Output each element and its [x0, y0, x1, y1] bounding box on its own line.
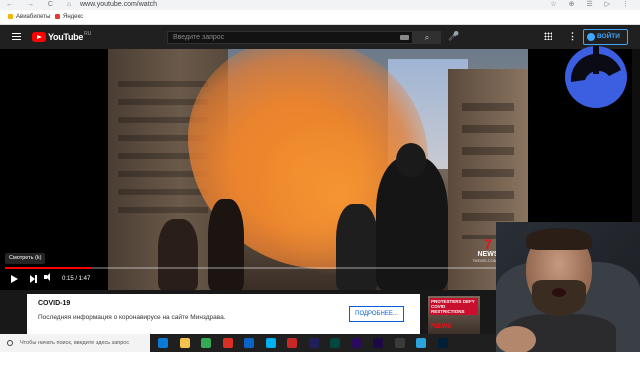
taskbar-app-skype-icon[interactable]	[265, 338, 276, 348]
channel-logo-overlay	[565, 46, 627, 108]
search-button[interactable]: ⌕	[413, 31, 441, 44]
apps-grid-icon[interactable]	[544, 32, 552, 40]
menu-icon[interactable]	[12, 33, 21, 40]
taskbar-search[interactable]: Чтобы начать поиск, введите здесь запрос	[0, 334, 150, 352]
logo-text: YouTube	[48, 32, 84, 42]
bookmark-label: Авиабилеты	[16, 14, 51, 20]
address-field[interactable]: www.youtube.com/watch	[80, 0, 157, 10]
thumbnail-7news: 7NEWS	[430, 324, 452, 330]
webcam-mouth	[552, 288, 566, 297]
youtube-play-icon	[32, 32, 46, 42]
play-tooltip: Смотреть (k)	[5, 253, 46, 264]
taskbar-app-premiere-icon[interactable]	[351, 338, 362, 348]
microphone-icon[interactable]: 🎤	[448, 31, 459, 42]
covid-title: COVID-19	[38, 300, 71, 307]
sign-in-button[interactable]: ВОЙТИ	[583, 29, 628, 45]
logo-region: RU	[84, 31, 92, 37]
taskbar-app-explorer-icon[interactable]	[179, 338, 190, 348]
webcam-beard	[532, 280, 586, 316]
search-input[interactable]: Введите запрос	[167, 31, 413, 44]
page-bottom-strip	[0, 352, 640, 376]
taskbar-search-text: Чтобы начать поиск, введите здесь запрос	[20, 340, 130, 346]
covid-more-button[interactable]: ПОДРОБНЕЕ...	[349, 306, 404, 322]
taskbar-app-mail-icon[interactable]	[244, 338, 254, 348]
account-icon	[587, 33, 595, 41]
volume-icon[interactable]	[44, 273, 50, 281]
taskbar-app-chrome-icon[interactable]	[201, 338, 211, 348]
keyboard-icon[interactable]	[400, 35, 409, 40]
bookmark-icon	[8, 13, 13, 19]
covid-text[interactable]: Последняя информация о коронавирусе на с…	[38, 314, 226, 321]
sign-in-label: ВОЙТИ	[597, 33, 620, 40]
covid-info-panel: COVID-19 Последняя информация о коронави…	[27, 294, 420, 334]
taskbar-app-obs-icon[interactable]	[394, 338, 405, 348]
play-icon[interactable]	[11, 275, 18, 283]
windows-taskbar: Чтобы начать поиск, введите здесь запрос	[0, 334, 496, 352]
taskbar-app-edge-icon[interactable]	[158, 338, 168, 348]
webcam-hand	[496, 326, 536, 354]
browser-address-bar: ← → C ⌂ www.youtube.com/watch ☆ ⊕ ☰ ▷ ⋮	[0, 0, 640, 10]
bookmark-yandex[interactable]: Яндекс	[55, 10, 83, 24]
thumbnail-banner: PROTESTERS DEFY COVID RESTRICTIONS	[430, 298, 478, 315]
taskbar-app-audition-icon[interactable]	[330, 338, 340, 348]
search-icon	[7, 340, 13, 346]
taskbar-app-photoshop-icon[interactable]	[437, 338, 448, 348]
bookmark-label: Яндекс	[63, 14, 84, 20]
webcam-hair	[526, 228, 592, 250]
taskbar-app-media-encoder-icon[interactable]	[308, 338, 319, 348]
time-display: 0:15 / 1:47	[62, 276, 91, 282]
next-icon[interactable]	[30, 275, 37, 283]
bookmark-aviabilety[interactable]: Авиабилеты	[8, 10, 50, 24]
taskbar-app-after-effects-icon[interactable]	[373, 338, 383, 348]
taskbar-app-app-red-icon[interactable]	[222, 338, 233, 348]
video-frame[interactable]	[108, 49, 528, 290]
related-video-thumbnail[interactable]: PROTESTERS DEFY COVID RESTRICTIONS 7NEWS	[428, 296, 480, 334]
bookmark-icon	[55, 13, 60, 19]
webcam-overlay	[496, 222, 640, 354]
taskbar-app-app-dark-red-icon[interactable]	[287, 338, 297, 348]
bookmarks-bar: Авиабилеты Яндекс	[0, 10, 640, 25]
youtube-header: YouTube RU Введите запрос ⌕ 🎤 ⋮ ВОЙТИ	[0, 25, 640, 49]
browser-toolbar-icons[interactable]: ☆ ⊕ ☰ ▷ ⋮	[550, 0, 634, 10]
taskbar-app-telegram-icon[interactable]	[416, 338, 426, 348]
more-options-icon[interactable]: ⋮	[568, 31, 577, 42]
progress-fill	[5, 267, 93, 269]
youtube-logo[interactable]: YouTube RU	[32, 31, 91, 43]
browser-nav-buttons[interactable]: ← → C ⌂	[6, 0, 77, 10]
